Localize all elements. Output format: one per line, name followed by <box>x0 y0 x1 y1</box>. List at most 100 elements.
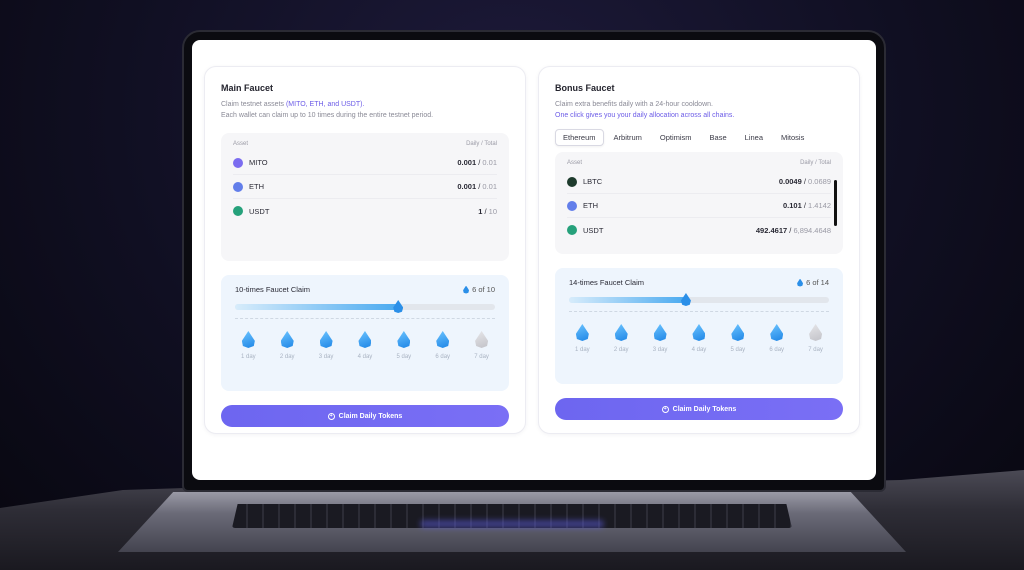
water-drop-icon <box>653 324 667 341</box>
asset-symbol: ETH <box>249 182 264 191</box>
asset-amount: 0.0049 / 0.0689 <box>778 177 831 186</box>
water-drop-icon <box>770 324 784 341</box>
progress-drop-icon <box>393 300 404 313</box>
water-drop-icon <box>475 331 489 348</box>
laptop-screen: Main Faucet Claim testnet assets (MITO, … <box>192 40 876 480</box>
asset-name: ETH <box>567 200 598 211</box>
main-faucet-card: Main Faucet Claim testnet assets (MITO, … <box>204 66 526 434</box>
tab-base[interactable]: Base <box>702 129 735 146</box>
day-item: 1 day <box>575 324 590 353</box>
water-drop-icon <box>280 331 294 348</box>
day-label: 2 day <box>613 347 629 353</box>
day-label: 4 day <box>357 354 373 360</box>
mito-icon <box>233 157 243 168</box>
asset-table-header: Asset Daily / Total <box>233 141 497 147</box>
day-item: 2 day <box>614 324 629 353</box>
claim-title: 10-times Faucet Claim <box>235 285 311 294</box>
day-label: 7 day <box>474 354 489 360</box>
claim-title: 14-times Faucet Claim <box>569 278 645 287</box>
progress-drop-icon <box>680 293 691 306</box>
day-item: 5 day <box>396 331 412 360</box>
tab-linea[interactable]: Linea <box>737 129 771 146</box>
asset-amount: 492.4617 / 6,894.4648 <box>755 225 831 235</box>
total-amount: 0.0689 <box>808 177 831 186</box>
asset-row: USDT 492.4617 / 6,894.4648 <box>567 218 831 242</box>
total-amount: 10 <box>488 206 497 216</box>
daily-amount: 0.001 <box>457 158 477 167</box>
asset-symbol: MITO <box>249 158 268 167</box>
total-amount: 0.01 <box>482 158 497 167</box>
daily-amount: 492.4617 <box>755 225 788 235</box>
day-label: 4 day <box>691 347 707 353</box>
eth-icon <box>567 200 577 211</box>
water-drop-icon <box>436 331 450 348</box>
divider <box>235 318 495 319</box>
asset-symbol: USDT <box>583 225 604 235</box>
scrollbar[interactable] <box>834 180 837 226</box>
lbtc-icon <box>567 176 577 187</box>
asset-row: MITO 0.001 / 0.01 <box>233 151 497 175</box>
water-drop-icon <box>731 324 745 341</box>
eth-icon <box>233 181 243 192</box>
asset-symbol: USDT <box>249 206 270 216</box>
claim-count: 6 of 14 <box>797 278 829 287</box>
main-faucet-title: Main Faucet <box>221 83 274 93</box>
asset-row: LBTC 0.0049 / 0.0689 <box>567 170 831 194</box>
asset-row: ETH 0.101 / 1.4142 <box>567 194 831 218</box>
col-asset: Asset <box>233 141 249 147</box>
bonus-claim-panel: 14-times Faucet Claim 6 of 14 1 day 2 day… <box>555 268 843 384</box>
daily-amount: 0.001 <box>457 182 477 191</box>
progress-track <box>235 300 495 313</box>
day-item: 4 day <box>357 331 373 360</box>
asset-row: ETH 0.001 / 0.01 <box>233 175 497 199</box>
asset-symbol: ETH <box>583 201 598 210</box>
progress-fill <box>235 304 399 310</box>
tab-ethereum[interactable]: Ethereum <box>555 129 604 146</box>
asset-table-header: Asset Daily / Total <box>567 160 831 166</box>
progress-fill <box>569 297 686 303</box>
tab-optimism[interactable]: Optimism <box>652 129 700 146</box>
day-label: 1 day <box>241 354 256 360</box>
total-amount: 6,894.4648 <box>793 225 831 235</box>
usdt-icon <box>233 206 243 216</box>
asset-name: USDT <box>567 225 603 235</box>
claim-daily-tokens-button[interactable]: + Claim Daily Tokens <box>555 398 843 420</box>
chain-tabs: Ethereum Arbitrum Optimism Base Linea Mitosis <box>555 129 843 146</box>
claim-count-text: 6 of 10 <box>472 285 495 294</box>
day-label: 1 day <box>575 347 590 353</box>
col-asset: Asset <box>567 160 583 166</box>
col-amount: Daily / Total <box>800 160 831 166</box>
claim-count-text: 6 of 14 <box>806 278 829 287</box>
day-label: 5 day <box>730 347 746 353</box>
water-drop-icon <box>319 331 333 348</box>
bonus-asset-table: Asset Daily / Total LBTC 0.0049 / 0.0689 E… <box>555 152 843 254</box>
drop-icon <box>463 285 470 294</box>
asset-amount: 0.001 / 0.01 <box>457 182 497 191</box>
day-label: 3 day <box>318 354 334 360</box>
bonus-faucet-description: Claim extra benefits daily with a 24-hou… <box>555 101 713 108</box>
bonus-faucet-title: Bonus Faucet <box>555 83 615 93</box>
main-faucet-description-2: Each wallet can claim up to 10 times dur… <box>221 112 434 119</box>
tab-mitosis[interactable]: Mitosis <box>773 129 812 146</box>
usdt-icon <box>567 225 577 235</box>
laptop-glow <box>420 520 604 528</box>
water-drop-icon <box>358 331 372 348</box>
col-amount: Daily / Total <box>466 141 497 147</box>
divider <box>569 311 829 312</box>
asset-name: LBTC <box>567 176 602 187</box>
day-item: 7 day <box>808 324 823 353</box>
day-label: 7 day <box>808 347 823 353</box>
plus-circle-icon: + <box>661 405 669 413</box>
claim-daily-tokens-button[interactable]: + Claim Daily Tokens <box>221 405 509 427</box>
asset-amount: 0.101 / 1.4142 <box>783 201 831 210</box>
day-item: 5 day <box>730 324 746 353</box>
bonus-faucet-card: Bonus Faucet Claim extra benefits daily … <box>538 66 860 434</box>
day-label: 5 day <box>396 354 412 360</box>
button-label: Claim Daily Tokens <box>338 412 403 420</box>
day-label: 6 day <box>769 347 785 353</box>
water-drop-icon <box>614 324 628 341</box>
asset-name: MITO <box>233 157 268 168</box>
asset-amount: 0.001 / 0.01 <box>457 158 497 167</box>
tab-arbitrum[interactable]: Arbitrum <box>606 129 650 146</box>
asset-row: USDT 1 / 10 <box>233 199 497 223</box>
